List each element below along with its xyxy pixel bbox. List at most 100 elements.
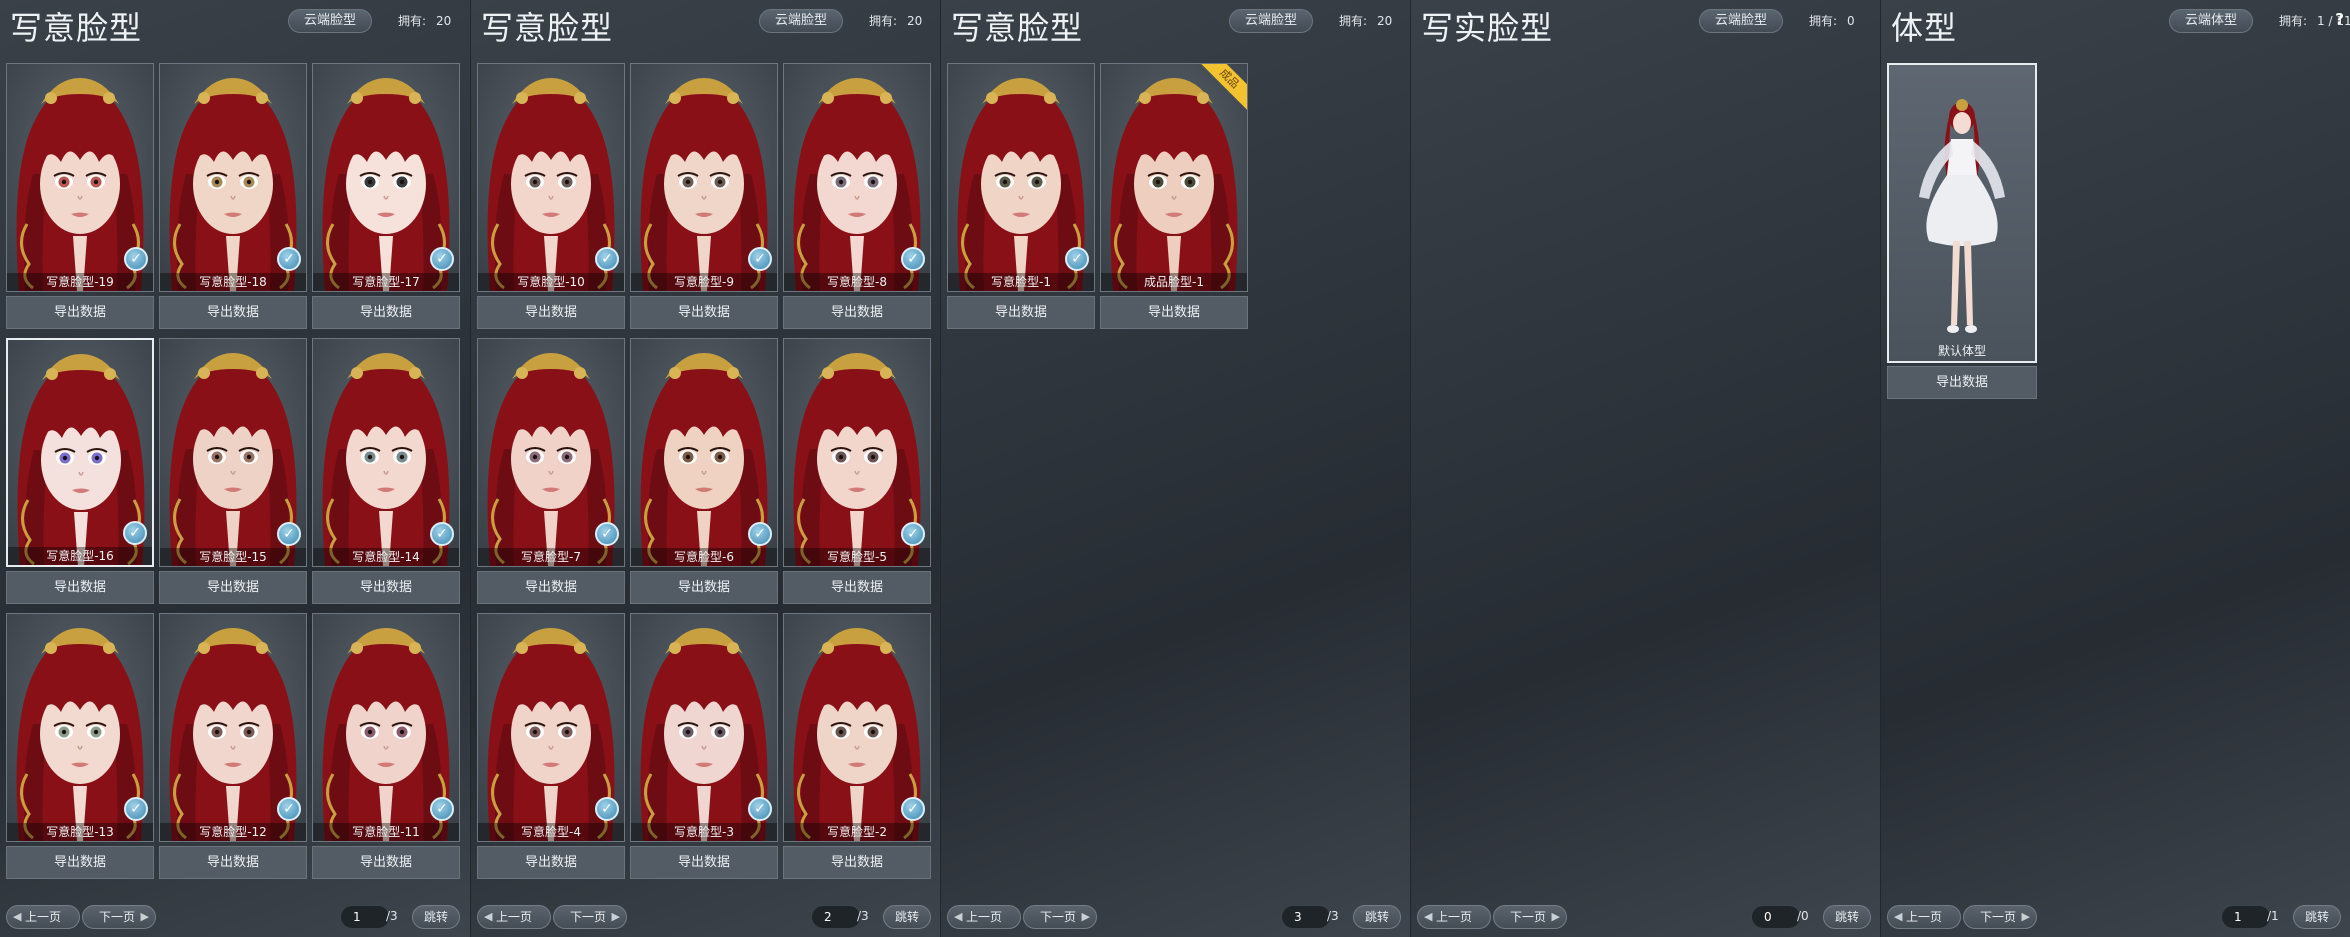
face-name: 写意脸型-12 xyxy=(160,823,306,841)
export-data-button[interactable]: 导出数据 xyxy=(312,846,460,879)
pagination: ◀ 上一页 下一页 ▶ 1/3 跳转 xyxy=(6,905,464,929)
help-icon[interactable]: ? xyxy=(2335,10,2344,28)
face-thumbnail[interactable]: ✓ 写意脸型-11 xyxy=(312,613,460,842)
face-card: ✓ 写意脸型-9 导出数据 xyxy=(630,63,778,329)
prev-page-button[interactable]: ◀ 上一页 xyxy=(947,905,1021,929)
face-thumbnail[interactable]: ✓ 写意脸型-19 xyxy=(6,63,154,292)
face-thumbnail[interactable]: ✓ 写意脸型-9 xyxy=(630,63,778,292)
face-name: 写意脸型-13 xyxy=(7,823,153,841)
owned-value: 20 xyxy=(1377,14,1393,28)
panel-1: 写意脸型 云端脸型 拥有: 20 ✓ 写意脸型-19 导出数据 ✓ 写意脸型-1… xyxy=(0,0,470,937)
face-thumbnail[interactable]: ✓ 写意脸型-7 xyxy=(477,338,625,567)
check-icon: ✓ xyxy=(748,522,772,546)
prev-page-label: 上一页 xyxy=(1436,910,1473,924)
export-data-button[interactable]: 导出数据 xyxy=(312,296,460,329)
chevron-left-icon: ◀ xyxy=(1424,910,1433,923)
export-data-button[interactable]: 导出数据 xyxy=(783,296,931,329)
face-thumbnail[interactable]: ✓ 写意脸型-17 xyxy=(312,63,460,292)
face-thumbnail[interactable]: ✓ 写意脸型-5 xyxy=(783,338,931,567)
page-number-input[interactable]: 3 xyxy=(1281,905,1331,929)
page-number-input[interactable]: 2 xyxy=(811,905,861,929)
next-page-button[interactable]: 下一页 ▶ xyxy=(1023,905,1097,929)
next-page-button[interactable]: 下一页 ▶ xyxy=(82,905,156,929)
next-page-label: 下一页 xyxy=(99,910,136,924)
cloud-button[interactable]: 云端脸型 xyxy=(759,9,843,33)
jump-button[interactable]: 跳转 xyxy=(883,905,931,929)
export-data-button[interactable]: 导出数据 xyxy=(477,296,625,329)
face-thumbnail[interactable]: ✓ 写意脸型-4 xyxy=(477,613,625,842)
face-card: ✓ 写意脸型-11 导出数据 xyxy=(312,613,460,879)
next-page-button[interactable]: 下一页 ▶ xyxy=(1493,905,1567,929)
prev-page-button[interactable]: ◀ 上一页 xyxy=(6,905,80,929)
jump-button[interactable]: 跳转 xyxy=(1353,905,1401,929)
face-thumbnail[interactable]: ✓ 写意脸型-2 xyxy=(783,613,931,842)
check-icon: ✓ xyxy=(430,522,454,546)
check-icon: ✓ xyxy=(901,797,925,821)
export-data-button[interactable]: 导出数据 xyxy=(630,571,778,604)
prev-page-button[interactable]: ◀ 上一页 xyxy=(1887,905,1961,929)
page-number-input[interactable]: 1 xyxy=(340,905,390,929)
export-data-button[interactable]: 导出数据 xyxy=(312,571,460,604)
face-card: ✓ 写意脸型-12 导出数据 xyxy=(159,613,307,879)
face-thumbnail[interactable]: ✓ 写意脸型-14 xyxy=(312,338,460,567)
face-name: 写意脸型-18 xyxy=(160,273,306,291)
export-data-button[interactable]: 导出数据 xyxy=(783,846,931,879)
export-data-button[interactable]: 导出数据 xyxy=(159,846,307,879)
face-thumbnail[interactable]: ✓ 写意脸型-18 xyxy=(159,63,307,292)
jump-button[interactable]: 跳转 xyxy=(1823,905,1871,929)
jump-button[interactable]: 跳转 xyxy=(2293,905,2341,929)
face-thumbnail[interactable]: ✓ 写意脸型-3 xyxy=(630,613,778,842)
export-data-button[interactable]: 导出数据 xyxy=(477,571,625,604)
face-thumbnail[interactable]: ✓ 写意脸型-16 xyxy=(6,338,154,567)
face-thumbnail[interactable]: ✓ 写意脸型-13 xyxy=(6,613,154,842)
prev-page-button[interactable]: ◀ 上一页 xyxy=(477,905,551,929)
cloud-button[interactable]: 云端脸型 xyxy=(1699,9,1783,33)
prev-page-button[interactable]: ◀ 上一页 xyxy=(1417,905,1491,929)
export-data-button[interactable]: 导出数据 xyxy=(947,296,1095,329)
face-thumbnail[interactable]: ✓ 写意脸型-15 xyxy=(159,338,307,567)
page-number-input[interactable]: 1 xyxy=(2221,905,2271,929)
owned-count: 拥有: 20 xyxy=(398,12,451,29)
face-thumbnail[interactable]: ✓ 写意脸型-8 xyxy=(783,63,931,292)
page-number-input[interactable]: 0 xyxy=(1751,905,1801,929)
owned-label: 拥有: xyxy=(2279,14,2308,28)
owned-label: 拥有: xyxy=(1339,14,1368,28)
face-name: 写意脸型-15 xyxy=(160,548,306,566)
check-icon: ✓ xyxy=(123,521,147,545)
face-thumbnail[interactable]: 成品 成品脸型-1 xyxy=(1100,63,1248,292)
page-total: /1 xyxy=(2267,909,2279,923)
body-thumbnail[interactable]: 默认体型 xyxy=(1887,63,2037,363)
cloud-button[interactable]: 云端体型 xyxy=(2169,9,2253,33)
cloud-button[interactable]: 云端脸型 xyxy=(288,9,372,33)
export-data-button[interactable]: 导出数据 xyxy=(630,296,778,329)
export-data-button[interactable]: 导出数据 xyxy=(159,571,307,604)
export-data-button[interactable]: 导出数据 xyxy=(6,571,154,604)
export-data-button[interactable]: 导出数据 xyxy=(6,296,154,329)
cloud-button[interactable]: 云端脸型 xyxy=(1229,9,1313,33)
face-thumbnail[interactable]: ✓ 写意脸型-6 xyxy=(630,338,778,567)
pagination: ◀ 上一页 下一页 ▶ 0/0 跳转 xyxy=(1417,905,1875,929)
face-thumbnail[interactable]: ✓ 写意脸型-1 xyxy=(947,63,1095,292)
face-thumbnail[interactable]: ✓ 写意脸型-12 xyxy=(159,613,307,842)
export-data-button[interactable]: 导出数据 xyxy=(159,296,307,329)
panel-4: 写实脸型 云端脸型 拥有: 0 ◀ 上一页 下一页 ▶ 0/0 跳转 xyxy=(1410,0,1880,937)
face-card: ✓ 写意脸型-8 导出数据 xyxy=(783,63,931,329)
body-name: 默认体型 xyxy=(1937,344,1986,358)
export-data-button[interactable]: 导出数据 xyxy=(477,846,625,879)
check-icon: ✓ xyxy=(277,797,301,821)
prev-page-label: 上一页 xyxy=(966,910,1003,924)
export-data-button[interactable]: 导出数据 xyxy=(6,846,154,879)
pagination: ◀ 上一页 下一页 ▶ 2/3 跳转 xyxy=(477,905,935,929)
face-thumbnail[interactable]: ✓ 写意脸型-10 xyxy=(477,63,625,292)
owned-value: 20 xyxy=(907,14,923,28)
next-page-button[interactable]: 下一页 ▶ xyxy=(1963,905,2037,929)
export-data-button[interactable]: 导出数据 xyxy=(783,571,931,604)
export-data-button[interactable]: 导出数据 xyxy=(1887,366,2037,399)
export-data-button[interactable]: 导出数据 xyxy=(630,846,778,879)
owned-count: 拥有: 20 xyxy=(869,12,922,29)
next-page-button[interactable]: 下一页 ▶ xyxy=(553,905,627,929)
jump-button[interactable]: 跳转 xyxy=(412,905,460,929)
page-total: /3 xyxy=(386,909,398,923)
check-icon: ✓ xyxy=(748,247,772,271)
export-data-button[interactable]: 导出数据 xyxy=(1100,296,1248,329)
